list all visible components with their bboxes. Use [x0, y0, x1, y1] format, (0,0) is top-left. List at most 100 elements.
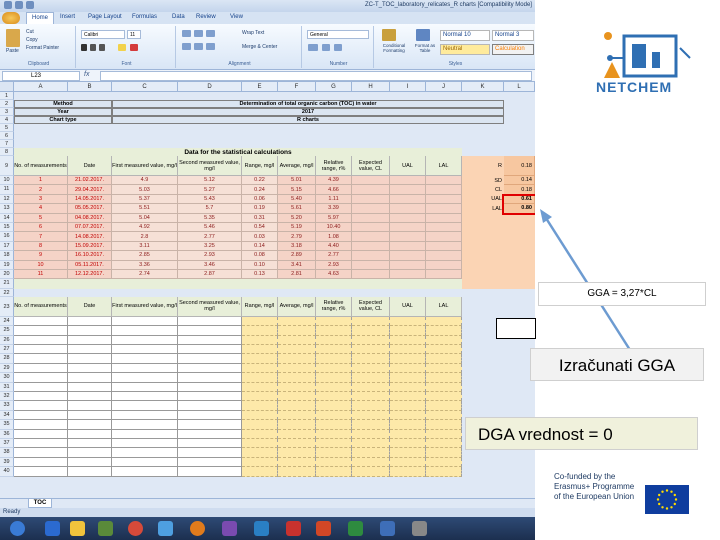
empty-cell[interactable] [242, 392, 278, 402]
empty-cell[interactable] [352, 382, 390, 392]
tab-formulas[interactable]: Formulas [132, 14, 157, 20]
empty-cell[interactable] [352, 439, 390, 449]
row-header[interactable]: 37 [0, 439, 14, 449]
empty-cell[interactable] [68, 345, 112, 355]
data-cell[interactable] [352, 241, 390, 252]
empty-cell[interactable] [14, 345, 68, 355]
empty-cell[interactable] [112, 439, 178, 449]
firefox-icon[interactable] [190, 521, 205, 536]
data-cell[interactable] [426, 194, 462, 205]
empty-cell[interactable] [278, 410, 316, 421]
column-header-a[interactable]: A [14, 82, 68, 92]
data-cell[interactable] [352, 213, 390, 223]
empty-cell[interactable] [178, 363, 242, 374]
save-icon[interactable] [4, 1, 12, 9]
data-cell[interactable] [352, 176, 390, 186]
data-cell[interactable]: 10 [14, 260, 68, 270]
sheet-tab-toc[interactable]: TOC [28, 499, 52, 508]
row-header[interactable]: 13 [0, 204, 14, 214]
data-cell[interactable]: 5.15 [278, 185, 316, 195]
row-header[interactable]: 14 [0, 213, 14, 223]
row-header[interactable]: 29 [0, 363, 14, 374]
data-cell[interactable]: 4.63 [316, 270, 352, 280]
empty-cell[interactable] [68, 448, 112, 458]
row-header[interactable]: 4 [0, 116, 14, 124]
align-top-icon[interactable] [182, 30, 191, 37]
empty-cell[interactable] [316, 439, 352, 449]
empty-cell[interactable] [278, 345, 316, 355]
data-cell[interactable]: 2.77 [316, 251, 352, 261]
orientation-icon[interactable] [206, 30, 215, 37]
stat-value[interactable]: 0.14 [504, 176, 535, 186]
empty-cell[interactable] [178, 457, 242, 468]
data-cell[interactable]: 5.35 [178, 213, 242, 223]
data-cell[interactable] [390, 241, 426, 252]
office-button[interactable] [2, 12, 20, 24]
empty-cell[interactable] [68, 439, 112, 449]
tab-data[interactable]: Data [172, 14, 185, 20]
empty-cell[interactable] [278, 382, 316, 392]
data-cell[interactable]: 1 [14, 176, 68, 186]
empty-cell[interactable] [242, 457, 278, 468]
empty-cell[interactable] [316, 392, 352, 402]
empty-cell[interactable] [178, 439, 242, 449]
empty-cell[interactable] [278, 420, 316, 430]
row-header[interactable]: 23 [0, 296, 14, 317]
underline-icon[interactable] [99, 44, 105, 51]
data-cell[interactable]: 4.40 [316, 241, 352, 252]
empty-cell[interactable] [390, 316, 426, 327]
empty-cell[interactable] [68, 467, 112, 477]
data-cell[interactable]: 4 [14, 204, 68, 214]
data-cell[interactable] [352, 194, 390, 205]
empty-cell[interactable] [178, 448, 242, 458]
row-header[interactable]: 5 [0, 124, 14, 132]
row-header[interactable]: 31 [0, 382, 14, 392]
data-cell[interactable]: 2.85 [112, 251, 178, 261]
data-cell[interactable] [390, 223, 426, 233]
data-cell[interactable]: 4.66 [316, 185, 352, 195]
tab-view[interactable]: View [230, 14, 243, 20]
empty-cell[interactable] [178, 467, 242, 477]
formula-input[interactable] [100, 71, 532, 81]
excel-icon[interactable] [348, 521, 363, 536]
empty-cell[interactable] [278, 457, 316, 468]
column-header-l[interactable]: L [504, 82, 535, 92]
empty-cell[interactable] [316, 467, 352, 477]
empty-cell[interactable] [426, 448, 462, 458]
empty-cell[interactable] [426, 373, 462, 383]
empty-cell[interactable] [316, 363, 352, 374]
format-as-table-icon[interactable] [416, 29, 430, 41]
data-cell[interactable] [352, 185, 390, 195]
data-cell[interactable]: 21.02.2017. [68, 176, 112, 186]
data-cell[interactable] [390, 270, 426, 280]
data-cell[interactable]: 0.10 [242, 260, 278, 270]
empty-cell[interactable] [178, 401, 242, 411]
data-cell[interactable]: 0.14 [242, 241, 278, 252]
empty-cell[interactable] [316, 335, 352, 345]
empty-cell[interactable] [242, 316, 278, 327]
name-box[interactable]: L23 [2, 71, 80, 81]
conditional-formatting-icon[interactable] [382, 29, 396, 41]
data-cell[interactable]: 0.03 [242, 232, 278, 242]
data-cell[interactable] [390, 194, 426, 205]
currency-icon[interactable] [308, 44, 318, 51]
empty-cell[interactable] [316, 420, 352, 430]
data-cell[interactable]: 5.04 [112, 213, 178, 223]
empty-cell[interactable] [390, 439, 426, 449]
word-icon[interactable] [254, 521, 269, 536]
empty-cell[interactable] [242, 354, 278, 364]
row-header[interactable]: 6 [0, 132, 14, 140]
data-cell[interactable]: 3.11 [112, 241, 178, 252]
empty-cell[interactable] [278, 467, 316, 477]
row-header[interactable]: 33 [0, 401, 14, 411]
row-header[interactable]: 40 [0, 467, 14, 477]
data-cell[interactable]: 5.43 [178, 194, 242, 205]
empty-cell[interactable] [178, 335, 242, 345]
empty-cell[interactable] [352, 392, 390, 402]
row-header[interactable]: 8 [0, 148, 14, 156]
data-cell[interactable] [426, 204, 462, 214]
data-cell[interactable] [426, 232, 462, 242]
data-cell[interactable]: 4.92 [112, 223, 178, 233]
data-cell[interactable]: 29.04.2017. [68, 185, 112, 195]
empty-cell[interactable] [68, 363, 112, 374]
